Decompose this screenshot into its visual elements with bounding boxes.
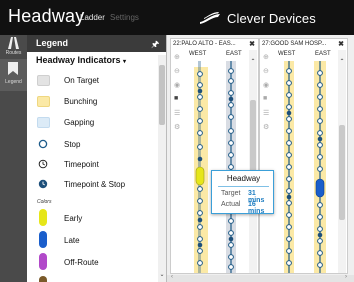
legend-label: Gapping (64, 118, 95, 127)
rail-label-legend: Legend (5, 79, 22, 85)
brand-logo: Clever Devices (198, 9, 316, 27)
headway-indicators-title: Headway Indicators (36, 55, 121, 65)
horizontal-scrollbar[interactable]: ‹ › (167, 274, 354, 282)
clever-devices-logo-icon (200, 12, 220, 24)
legend-header: Legend 🖈 (27, 35, 166, 53)
late-swatch (39, 231, 47, 248)
off-route-swatch (39, 253, 47, 270)
caret-down-icon: ▾ (123, 59, 127, 65)
app-title: Headway (8, 6, 85, 26)
early-swatch (39, 209, 47, 226)
ladders-area: 22:PALO ALTO - EAS... ✖ WEST EAST ⊕ ⊖ ◉ … (167, 35, 354, 282)
timepoint-clock-icon (38, 159, 48, 169)
tab-settings[interactable]: Settings (110, 13, 139, 22)
rail-label-routes: Routes (5, 50, 22, 56)
timepoint-stop-icon (38, 179, 48, 189)
legend-label: Stop (64, 140, 81, 149)
gapping-swatch (37, 117, 50, 128)
pin-icon[interactable]: 🖈 (151, 37, 159, 53)
legend-scrollbar[interactable]: ⌄ (158, 55, 166, 282)
legend-label: On Target (64, 76, 99, 85)
actual-value: 16 mins (248, 201, 265, 215)
ladder-panel-22: 22:PALO ALTO - EAS... ✖ WEST EAST ⊕ ⊖ ◉ … (170, 38, 259, 274)
stop-circle-icon (38, 139, 48, 149)
left-rail: Routes Legend (0, 35, 27, 282)
tab-ladder[interactable]: Ladder (80, 13, 105, 22)
legend-scroll-thumb[interactable] (159, 65, 165, 125)
vehicle-late-marker (315, 178, 325, 198)
bunching-swatch (37, 96, 50, 107)
colors-caption: Colors (37, 199, 52, 205)
ladder-graphic (284, 61, 326, 273)
rail-item-legend[interactable]: Legend (0, 59, 27, 91)
legend-label: Bunching (64, 97, 98, 106)
ladder-graphic (194, 61, 236, 273)
app-header: Headway Ladder Settings Clever Devices (0, 0, 354, 35)
scroll-left-icon[interactable]: ‹ (171, 274, 173, 280)
scroll-right-icon[interactable]: › (345, 274, 347, 280)
actual-label: Actual (221, 201, 241, 208)
legend-label: Off-Route (64, 258, 99, 267)
scroll-down-icon[interactable]: ⌄ (158, 271, 166, 278)
headway-tooltip: Headway Target 31 mins Actual 16 mins (211, 170, 274, 215)
ladder-scroll-thumb[interactable] (339, 125, 345, 220)
legend-label: Early (64, 214, 83, 223)
routes-icon (8, 37, 19, 49)
headway-indicators-dropdown[interactable]: Headway Indicators ▾ (36, 55, 126, 65)
target-label: Target (221, 190, 241, 197)
legend-label: Timepoint (64, 160, 99, 169)
vehicle-early-marker (195, 166, 205, 186)
brand-name: Clever Devices (227, 10, 316, 26)
tooltip-divider (218, 186, 269, 187)
legend-panel: Legend 🖈 Headway Indicators ▾ On Target … (27, 35, 167, 282)
legend-title: Legend (36, 38, 69, 48)
ladder-scrollbar[interactable]: ⌃ (249, 50, 257, 273)
scroll-up-icon[interactable]: ⌃ (249, 58, 257, 65)
bookmark-icon (8, 62, 18, 75)
cutoff-swatch (39, 276, 47, 282)
tooltip-title: Headway (226, 174, 261, 183)
legend-label: Timepoint & Stop (64, 180, 126, 189)
ladder-panel-27: 27:GOOD SAM HOSP... ✖ WEST EAST ⊕ ⊖ ◉ ■ … (259, 38, 348, 274)
legend-label: Late (64, 236, 80, 245)
on-target-swatch (37, 75, 50, 86)
ladder-scrollbar[interactable]: ⌃ (338, 50, 346, 273)
scroll-up-icon[interactable]: ⌃ (338, 58, 346, 65)
